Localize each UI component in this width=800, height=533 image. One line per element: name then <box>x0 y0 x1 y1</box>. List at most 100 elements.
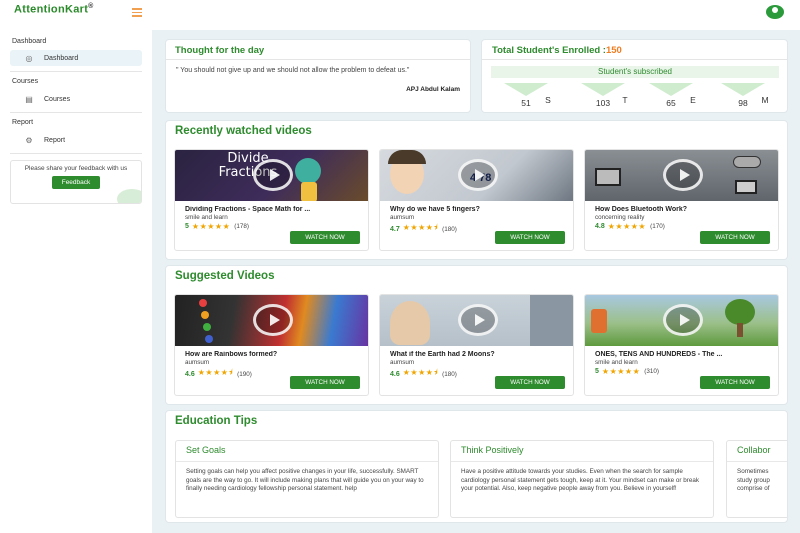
video-rating: 4.7 ★★★★⯨ (180) <box>390 222 457 236</box>
play-icon[interactable] <box>253 304 293 336</box>
video-thumbnail[interactable] <box>585 150 778 201</box>
star-rating-icon: ★★★★★ <box>191 222 231 231</box>
star-rating-icon: ★★★★⯨ <box>197 368 234 377</box>
feedback-card: Please share your feedback with us Feedb… <box>10 160 142 204</box>
video-thumbnail[interactable] <box>585 295 778 346</box>
star-rating-icon: ★★★★★ <box>607 222 647 231</box>
rating-value: 4.8 <box>595 223 605 230</box>
rating-value: 4.6 <box>390 370 400 378</box>
sidebar-item-dashboard[interactable]: ◎ Dashboard <box>10 50 142 66</box>
watch-now-button[interactable]: WATCH NOW <box>495 376 565 389</box>
tip-card: Set Goals Setting goals can help you aff… <box>175 440 439 518</box>
video-card[interactable]: What if the Earth had 2 Moons? aumsum 4.… <box>379 294 574 396</box>
enrolled-title: Total Student's Enrolled :150 <box>492 45 622 56</box>
video-channel: concerning reality <box>595 214 645 221</box>
rating-count: (310) <box>644 368 659 375</box>
play-icon[interactable] <box>663 304 703 336</box>
stat-letter: S <box>545 95 551 105</box>
video-thumbnail[interactable] <box>175 295 368 346</box>
watch-now-button[interactable]: WATCH NOW <box>700 231 770 244</box>
star-rating-icon: ★★★★⯨ <box>402 223 439 232</box>
rating-count: (180) <box>442 370 457 378</box>
subscribed-label: Student's subscribed <box>491 66 779 78</box>
tip-heading: Set Goals <box>186 445 226 455</box>
video-card[interactable]: How are Rainbows formed? aumsum 4.6 ★★★★… <box>174 294 369 396</box>
logo-text: AttentionKart <box>14 3 89 16</box>
video-channel: aumsum <box>185 359 210 366</box>
menu-toggle-icon[interactable] <box>132 8 142 17</box>
section-title: Suggested Videos <box>175 270 275 282</box>
divider <box>176 461 438 462</box>
video-channel: aumsum <box>390 359 415 366</box>
watch-now-button[interactable]: WATCH NOW <box>700 376 770 389</box>
video-title[interactable]: How Does Bluetooth Work? <box>595 206 773 213</box>
rating-count: (190) <box>237 370 252 378</box>
sidebar-divider <box>10 112 142 113</box>
video-rating: 4.6 ★★★★⯨ (190) <box>185 367 252 381</box>
video-channel: aumsum <box>390 214 415 221</box>
star-rating-icon: ★★★★★ <box>601 367 641 376</box>
play-icon[interactable] <box>253 159 293 191</box>
enrolled-card: Total Student's Enrolled :150 Student's … <box>481 39 788 113</box>
subscriber-stat: E 65 <box>649 83 696 108</box>
tip-body: Setting goals can help you affect positi… <box>186 468 424 492</box>
video-title[interactable]: What if the Earth had 2 Moons? <box>390 351 568 358</box>
rating-count: (178) <box>234 223 249 230</box>
star-rating-icon: ★★★★⯨ <box>402 368 439 377</box>
divider <box>451 461 713 462</box>
logo-registered-mark: ® <box>88 3 94 10</box>
play-icon[interactable] <box>458 304 498 336</box>
sidebar: Dashboard ◎ Dashboard Courses ▤ Courses … <box>0 26 152 533</box>
thought-title: Thought for the day <box>175 45 265 56</box>
watch-now-button[interactable]: WATCH NOW <box>290 231 360 244</box>
user-avatar-icon[interactable] <box>766 5 784 19</box>
tip-card: Think Positively Have a positive attitud… <box>450 440 714 518</box>
rating-value: 4.7 <box>390 225 400 233</box>
play-icon[interactable] <box>458 159 498 191</box>
dashboard-icon: ◎ <box>25 53 33 63</box>
stat-letter: E <box>690 95 696 105</box>
video-title[interactable]: How are Rainbows formed? <box>185 351 363 358</box>
app-logo[interactable]: AttentionKart® <box>14 3 94 16</box>
thought-quote: " You should not give up and we should n… <box>176 67 410 74</box>
video-rating: 5 ★★★★★ (178) <box>185 222 249 231</box>
video-title[interactable]: ONES, TENS AND HUNDREDS - The ... <box>595 351 773 358</box>
video-channel: smile and learn <box>185 214 228 221</box>
enrolled-title-text: Total Student's Enrolled : <box>492 45 606 56</box>
enrolled-count: 150 <box>605 45 622 56</box>
feedback-button[interactable]: Feedback <box>51 176 101 189</box>
rating-value: 5 <box>595 368 599 375</box>
video-thumbnail[interactable]: Divide Fractions <box>175 150 368 201</box>
sidebar-item-courses[interactable]: ▤ Courses <box>10 91 142 107</box>
sidebar-item-report[interactable]: ⚙ Report <box>10 132 142 148</box>
video-card[interactable]: 4 78 Why do we have 5 fingers? aumsum 4.… <box>379 149 574 251</box>
divider <box>482 59 787 60</box>
tip-heading: Think Positively <box>461 445 524 455</box>
rating-count: (180) <box>442 225 457 233</box>
video-card[interactable]: ONES, TENS AND HUNDREDS - The ... smile … <box>584 294 779 396</box>
video-title[interactable]: Why do we have 5 fingers? <box>390 206 568 213</box>
video-title[interactable]: Dividing Fractions - Space Math for ... <box>185 206 363 213</box>
thought-author: APJ Abdul Kalam <box>406 86 460 93</box>
video-thumbnail[interactable]: 4 78 <box>380 150 573 201</box>
recent-videos-section: Recently watched videos Divide Fractions… <box>165 120 788 260</box>
suggested-videos-section: Suggested Videos How are Rainbows formed… <box>165 265 788 405</box>
courses-icon: ▤ <box>25 94 33 104</box>
decorative-swoosh <box>117 189 141 203</box>
watch-now-button[interactable]: WATCH NOW <box>290 376 360 389</box>
tip-body: Have a positive attitude towards your st… <box>461 468 700 492</box>
thought-card: Thought for the day " You should not giv… <box>165 39 471 113</box>
video-channel: smile and learn <box>595 359 638 366</box>
video-rating: 5 ★★★★★ (310) <box>595 367 659 376</box>
sidebar-section-dashboard: Dashboard <box>12 38 47 45</box>
play-icon[interactable] <box>663 159 703 191</box>
subscriber-stat: S 51 <box>504 83 551 108</box>
video-card[interactable]: Divide Fractions Dividing Fractions - Sp… <box>174 149 369 251</box>
sidebar-item-label: Report <box>44 136 66 144</box>
video-thumbnail[interactable] <box>380 295 573 346</box>
top-bar: AttentionKart® <box>0 0 800 26</box>
section-title: Education Tips <box>175 415 258 427</box>
video-card[interactable]: How Does Bluetooth Work? concerning real… <box>584 149 779 251</box>
video-rating: 4.6 ★★★★⯨ (180) <box>390 367 457 381</box>
watch-now-button[interactable]: WATCH NOW <box>495 231 565 244</box>
